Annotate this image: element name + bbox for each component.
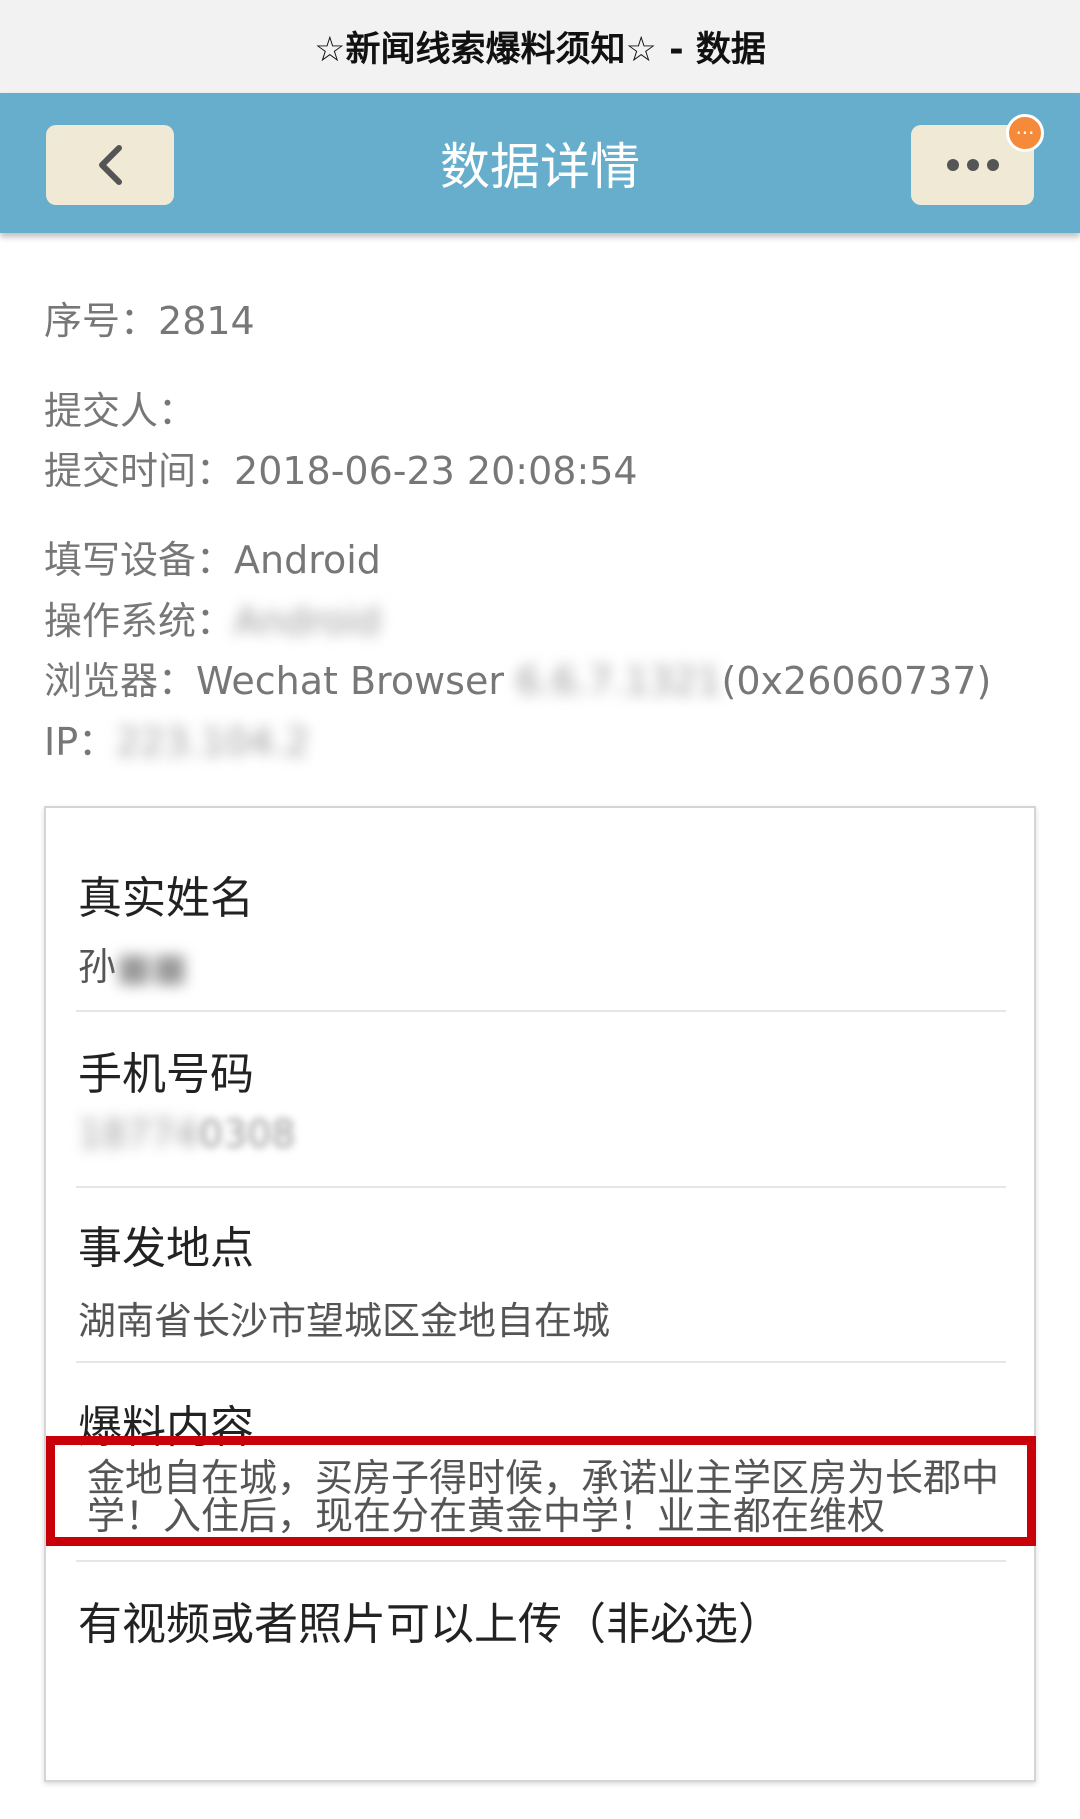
divider [76,1361,1006,1363]
browser-label: 浏览器： [44,659,197,703]
chevron-left-icon [99,145,122,185]
os-label: 操作系统： [44,599,235,643]
os-row: 操作系统：Android [44,590,381,645]
ip-value: 223.104.2 [116,720,310,764]
submit-time-value: 2018-06-23 20:08:54 [234,449,638,493]
submit-time-label: 提交时间： [44,449,235,493]
window-title: ☆新闻线索爆料须知☆ - 数据 [0,0,1080,93]
browser-build: (0x26060737) [721,659,992,703]
device-label: 填写设备： [44,538,235,582]
serial-value: 2814 [158,299,255,343]
browser-name: Wechat Browser [196,659,504,703]
browser-row: 浏览器：Wechat Browser 6.6.7.1321(0x26060737… [44,650,991,705]
form-data-card: 真实姓名 孙■■ 手机号码 187740308 事发地点 湖南省长沙市望城区金地… [44,806,1036,1782]
submit-time-row: 提交时间：2018-06-23 20:08:54 [44,440,638,495]
divider [76,1560,1006,1562]
device-value: Android [234,538,381,582]
os-value: Android [234,599,381,643]
location-label: 事发地点 [78,1223,254,1274]
back-button[interactable] [46,125,174,205]
name-label: 真实姓名 [78,873,254,924]
serial-label: 序号： [44,299,159,343]
upload-label: 有视频或者照片可以上传（非必选） [78,1599,782,1650]
submitter-label: 提交人： [44,389,197,433]
more-horizontal-icon [946,159,999,171]
notification-badge: ··· [1006,114,1044,152]
submitter-row: 提交人： [44,380,196,435]
browser-version: 6.6.7.1321 [516,659,722,703]
location-value: 湖南省长沙市望城区金地自在城 [78,1299,611,1343]
phone-value: 187740308 [78,1112,296,1156]
ip-row: IP：223.104.2 [44,711,310,766]
device-row: 填写设备：Android [44,529,381,584]
highlight-box: 金地自在城，买房子得时候，承诺业主学区房为长郡中学！入住后，现在分在黄金中学！业… [46,1436,1036,1546]
content-value: 金地自在城，买房子得时候，承诺业主学区房为长郡中学！入住后，现在分在黄金中学！业… [87,1456,1000,1538]
phone-label: 手机号码 [78,1049,254,1100]
serial-row: 序号：2814 [44,290,255,345]
navbar: 数据详情 [0,93,1080,233]
divider [76,1010,1006,1012]
ip-label: IP： [44,720,117,764]
name-value: 孙■■ [78,945,188,989]
divider [76,1186,1006,1188]
